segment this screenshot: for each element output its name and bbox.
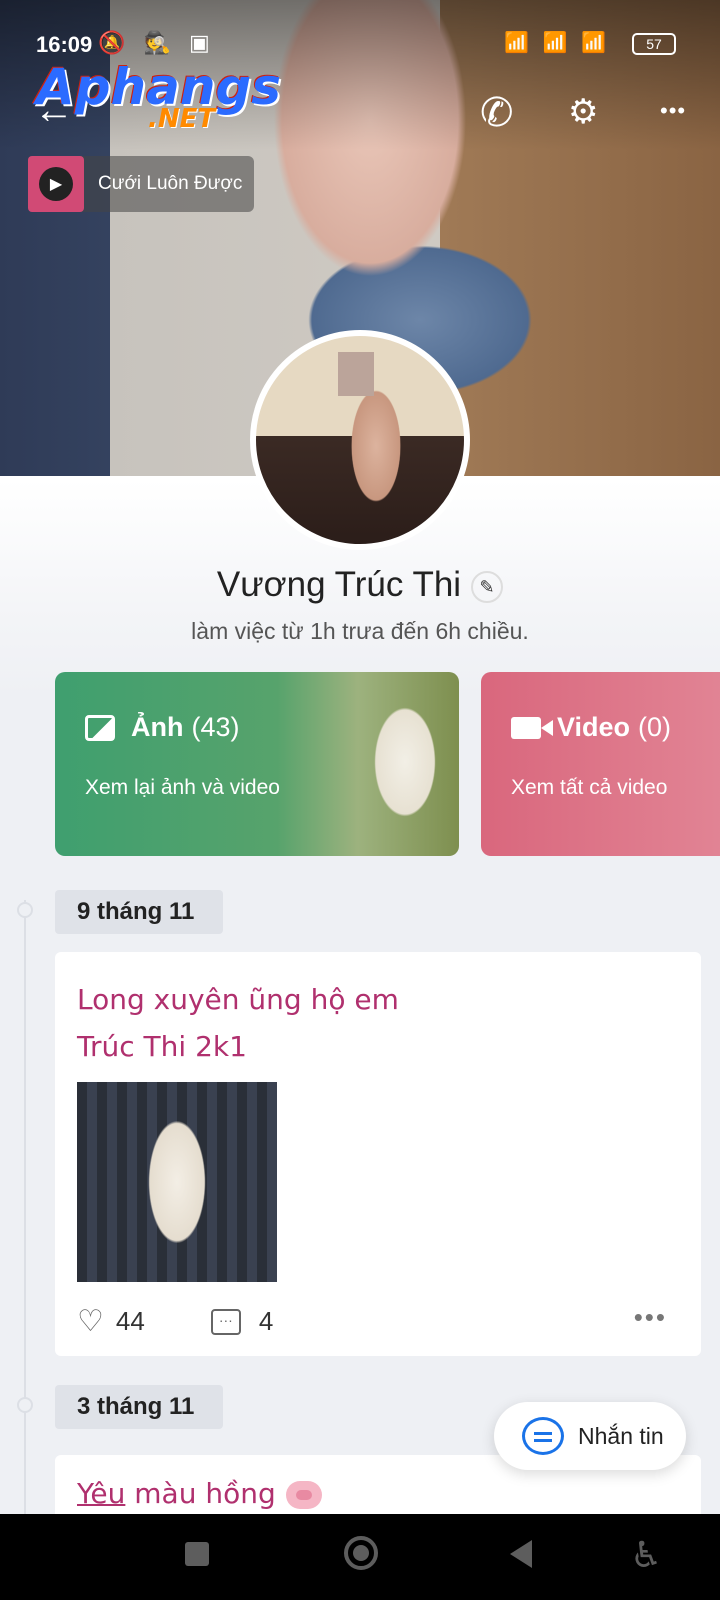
pig-emoji-icon <box>285 1481 322 1509</box>
video-camera-icon <box>511 716 553 739</box>
home-icon[interactable] <box>344 1536 378 1570</box>
videos-label: Video <box>557 712 631 742</box>
like-count: 44 <box>115 1306 145 1336</box>
back-arrow-icon[interactable]: ← <box>34 88 74 133</box>
back-icon[interactable] <box>510 1540 532 1568</box>
post-text-line: Trúc Thi 2k1 <box>77 1030 247 1063</box>
photos-card[interactable]: Ảnh (43) Xem lại ảnh và video <box>55 672 459 856</box>
message-button[interactable]: Nhắn tin <box>494 1402 686 1470</box>
profile-bio: làm việc từ 1h trưa đến 6h chiều. <box>191 618 529 644</box>
battery-icon: 57 <box>632 33 676 55</box>
phone-call-icon[interactable]: ✆ <box>480 90 514 136</box>
videos-card[interactable]: Video (0) Xem tất cả video <box>481 672 720 856</box>
videos-card-title: Video (0) <box>511 712 671 743</box>
status-bar: 16:09 🔕 🕵 ▣ 📶 📶 📶 57 <box>0 28 720 62</box>
photos-card-title: Ảnh (43) <box>85 712 240 743</box>
recent-apps-icon[interactable] <box>185 1542 209 1566</box>
timeline-dot <box>17 1397 33 1413</box>
profile-music-chip[interactable]: ▶ Cưới Luôn Được <box>28 156 254 212</box>
post-text-rest: màu hồng <box>125 1477 276 1510</box>
photos-card-subtitle: Xem lại ảnh và video <box>85 776 280 799</box>
comment-count: 4 <box>258 1306 274 1336</box>
status-notification-icons: 🔕 🕵 ▣ <box>98 30 216 55</box>
profile-screen: 16:09 🔕 🕵 ▣ 📶 📶 📶 57 Aphangs .NET ← ✆ ⚙ … <box>0 0 720 1600</box>
signal-wifi-icons: 📶 📶 📶 <box>504 32 610 54</box>
status-time: 16:09 <box>36 32 93 57</box>
timeline-dot <box>17 902 33 918</box>
profile-settings-icon[interactable]: ⚙ <box>568 92 598 132</box>
timeline-post[interactable]: Long xuyên ũng hộ em Trúc Thi 2k1 ♡ 44 ·… <box>55 952 701 1356</box>
music-thumbnail: ▶ <box>28 156 84 212</box>
accessibility-icon[interactable]: ♿ <box>630 1534 662 1576</box>
photos-count: (43) <box>191 712 240 742</box>
post-actions: ♡ 44 ··· 4 <box>77 1304 273 1339</box>
videos-count: (0) <box>638 712 672 742</box>
photos-label: Ảnh <box>131 712 184 742</box>
post-text-link[interactable]: Yêu <box>77 1477 125 1510</box>
timeline-line <box>24 900 26 1520</box>
post-text-line: Long xuyên ũng hộ em <box>77 983 399 1016</box>
profile-name-row: Vương Trúc Thi ✎ <box>0 565 720 605</box>
photos-card-preview <box>325 672 459 856</box>
timeline-date: 3 tháng 11 <box>55 1385 223 1429</box>
comment-icon[interactable]: ··· <box>210 1308 241 1335</box>
post-more-icon[interactable]: ••• <box>634 1302 667 1333</box>
message-button-label: Nhắn tin <box>578 1422 664 1449</box>
image-icon <box>85 714 115 741</box>
watermark-logo-suffix: .NET <box>148 104 216 134</box>
edit-name-icon[interactable]: ✎ <box>471 570 504 603</box>
avatar[interactable] <box>250 330 470 550</box>
system-nav-bar: ♿ <box>0 1514 720 1600</box>
more-options-icon[interactable]: ••• <box>660 98 686 124</box>
timeline-date: 9 tháng 11 <box>55 890 223 934</box>
profile-name: Vương Trúc Thi <box>216 565 462 604</box>
music-title: Cưới Luôn Được <box>98 173 243 194</box>
post-text: Long xuyên ũng hộ em Trúc Thi 2k1 <box>77 976 399 1070</box>
post-image[interactable] <box>77 1082 277 1282</box>
heart-icon[interactable]: ♡ <box>77 1304 104 1339</box>
play-icon: ▶ <box>39 167 73 201</box>
chat-bubble-icon <box>522 1417 564 1455</box>
post-text: Yêu màu hồng <box>77 1477 322 1510</box>
videos-card-subtitle: Xem tất cả video <box>511 776 668 799</box>
avatar-face-blur <box>338 352 374 396</box>
